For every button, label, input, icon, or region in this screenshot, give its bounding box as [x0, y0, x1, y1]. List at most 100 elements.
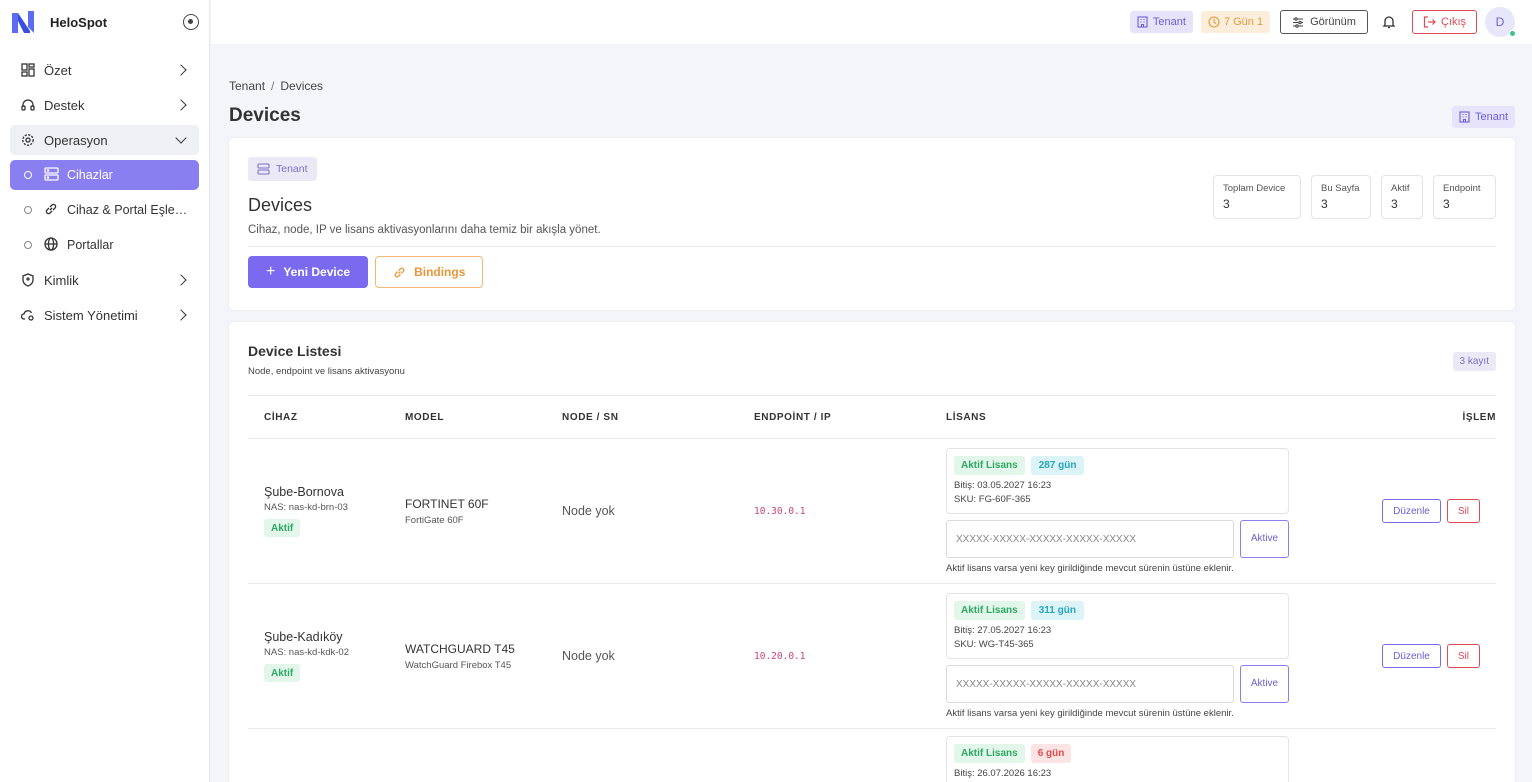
table-row: Şube-Kadıköy NAS: nas-kd-kdk-02 Aktif WA… [248, 584, 1496, 729]
bullet-icon [24, 171, 32, 179]
license-badges: Aktif Lisans 311 gün [954, 601, 1281, 620]
sidebar-toggle-icon[interactable] [183, 14, 199, 30]
building-icon [1137, 16, 1148, 28]
model-cell: FORTINET 60F FortiGate 60F [405, 497, 562, 526]
bindings-label: Bindings [414, 265, 466, 279]
col-header-model: MODEL [405, 411, 445, 423]
days-chip[interactable]: 7 Gün 1 [1200, 11, 1271, 33]
license-badges: Aktif Lisans 287 gün [954, 456, 1281, 475]
model-name: WATCHGUARD T45 [405, 641, 515, 656]
sidebar-item-cihazlar[interactable]: Cihazlar [10, 160, 199, 190]
sidebar-item-ozet[interactable]: Özet [10, 55, 199, 85]
tenant-chip[interactable]: Tenant [1129, 11, 1193, 33]
stat-page: Bu Sayfa 3 [1311, 175, 1371, 219]
col-header-node: NODE / SN [562, 411, 619, 423]
device-name: Şube-Kadıköy [264, 630, 343, 644]
dashboard-icon [20, 62, 36, 78]
delete-button[interactable]: Sil [1446, 644, 1480, 668]
brand: HeloSpot [0, 0, 209, 44]
license-status-badge: Aktif Lisans [954, 456, 1025, 475]
license-box: Aktif Lisans 6 gün Bitiş: 26.07.2026 16:… [946, 736, 1289, 782]
tenant-label: Tenant [1152, 16, 1186, 28]
sidebar-item-operasyon[interactable]: Operasyon [10, 125, 199, 155]
sidebar-item-cihaz-portal[interactable]: Cihaz & Portal Eşleşti... [10, 195, 199, 225]
logout-icon [1423, 16, 1436, 28]
device-list-card: Device Listesi Node, endpoint ve lisans … [229, 322, 1515, 782]
device-name: Şube-Bornova [264, 485, 344, 499]
stats-group: Toplam Device 3 Bu Sayfa 3 Aktif 3 Endpo… [1203, 175, 1496, 219]
license-hint: Aktif lisans varsa yeni key girildiğinde… [946, 563, 1234, 574]
stat-active: Aktif 3 [1381, 175, 1423, 219]
license-key-input[interactable]: XXXXX-XXXXX-XXXXX-XXXXX-XXXXX [946, 520, 1234, 558]
sidebar-item-label: Cihaz & Portal Eşleşti... [67, 203, 189, 217]
license-key-input[interactable]: XXXXX-XXXXX-XXXXX-XXXXX-XXXXX [946, 665, 1234, 703]
col-header-device: CİHAZ [264, 411, 298, 423]
shield-icon [20, 272, 36, 288]
model-sub: FortiGate 60F [405, 514, 464, 526]
model-cell: WATCHGUARD T45 WatchGuard Firebox T45 [405, 642, 562, 671]
chevron-right-icon [175, 64, 187, 76]
new-device-button[interactable]: + Yeni Device [248, 256, 369, 288]
chevron-right-icon [175, 274, 187, 286]
globe-icon [44, 237, 60, 253]
plus-icon: + [266, 263, 276, 280]
device-cell: Şube-Kadıköy NAS: nas-kd-kdk-02 Aktif [248, 630, 405, 682]
sidebar-item-portallar[interactable]: Portallar [10, 230, 199, 260]
stat-value: 3 [1321, 197, 1328, 211]
license-sku: SKU: FG-60F-365 [954, 494, 1031, 505]
bullet-icon [24, 241, 32, 249]
license-days-badge: 6 gün [1030, 744, 1072, 763]
summary-tenant-chip: Tenant [248, 157, 317, 181]
col-header-endpoint: ENDPOİNT / IP [754, 411, 832, 423]
avatar[interactable]: D [1485, 7, 1516, 37]
logout-button[interactable]: Çıkış [1411, 10, 1477, 34]
col-header-actions: İŞLEM [1462, 411, 1496, 423]
page-tenant-label: Tenant [1474, 111, 1508, 123]
node-cell: Node yok [562, 504, 615, 518]
gear-icon [20, 132, 36, 148]
headset-icon [20, 97, 36, 113]
endpoint-cell: 10.20.0.1 [754, 650, 806, 662]
col-header-license: LİSANS [946, 411, 987, 423]
device-cell: Şube-Bornova NAS: nas-kd-brn-03 Aktif [248, 485, 405, 537]
sidebar-item-destek[interactable]: Destek [10, 90, 199, 120]
license-cell: Aktif Lisans 287 gün Bitiş: 03.05.2027 1… [946, 448, 1306, 574]
delete-button[interactable]: Sil [1446, 499, 1480, 523]
table-row: Şube-Bornova NAS: nas-kd-brn-03 Aktif FO… [248, 439, 1496, 584]
edit-button[interactable]: Düzenle [1382, 644, 1441, 668]
sidebar-item-label: Cihazlar [67, 168, 113, 182]
sliders-icon [1293, 16, 1304, 28]
edit-button[interactable]: Düzenle [1382, 499, 1441, 523]
view-label: Görünüm [1310, 16, 1356, 28]
server-icon [44, 167, 60, 183]
view-button[interactable]: Görünüm [1280, 10, 1368, 34]
status-badge: Aktif [264, 519, 301, 537]
sidebar-item-label: Sistem Yönetimi [44, 307, 138, 323]
stat-value: 3 [1391, 197, 1398, 211]
stat-endpoint: Endpoint 3 [1433, 175, 1496, 219]
activate-button[interactable]: Aktive [1240, 665, 1289, 703]
device-nas: NAS: nas-kd-brn-03 [264, 502, 348, 513]
activate-button[interactable]: Aktive [1240, 520, 1289, 558]
breadcrumb: Tenant / Devices [229, 79, 1515, 93]
sidebar-item-kimlik[interactable]: Kimlik [10, 265, 199, 295]
stat-value: 3 [1443, 197, 1450, 211]
sidebar-nav: Özet Destek Operasyon Cihazlar Cihaz & P… [0, 44, 209, 330]
sidebar-item-sistem[interactable]: Sistem Yönetimi [10, 300, 199, 330]
device-table: CİHAZ MODEL NODE / SN ENDPOİNT / IP LİSA… [248, 395, 1496, 782]
sidebar-item-label: Özet [44, 62, 72, 78]
link-icon [44, 202, 60, 218]
link-icon [394, 267, 405, 277]
license-end: Bitiş: 27.05.2027 16:23 [954, 625, 1052, 636]
logout-label: Çıkış [1440, 16, 1466, 28]
stat-total: Toplam Device 3 [1213, 175, 1301, 219]
bell-icon[interactable] [1382, 14, 1398, 30]
page-title: Devices [229, 105, 301, 126]
stat-label: Aktif [1391, 183, 1410, 194]
breadcrumb-root[interactable]: Tenant [229, 79, 265, 93]
page-tenant-badge: Tenant [1451, 106, 1515, 128]
chevron-right-icon [175, 99, 187, 111]
clock-icon [1208, 16, 1220, 28]
bindings-button[interactable]: Bindings [375, 256, 484, 288]
status-badge: Aktif [264, 664, 301, 682]
